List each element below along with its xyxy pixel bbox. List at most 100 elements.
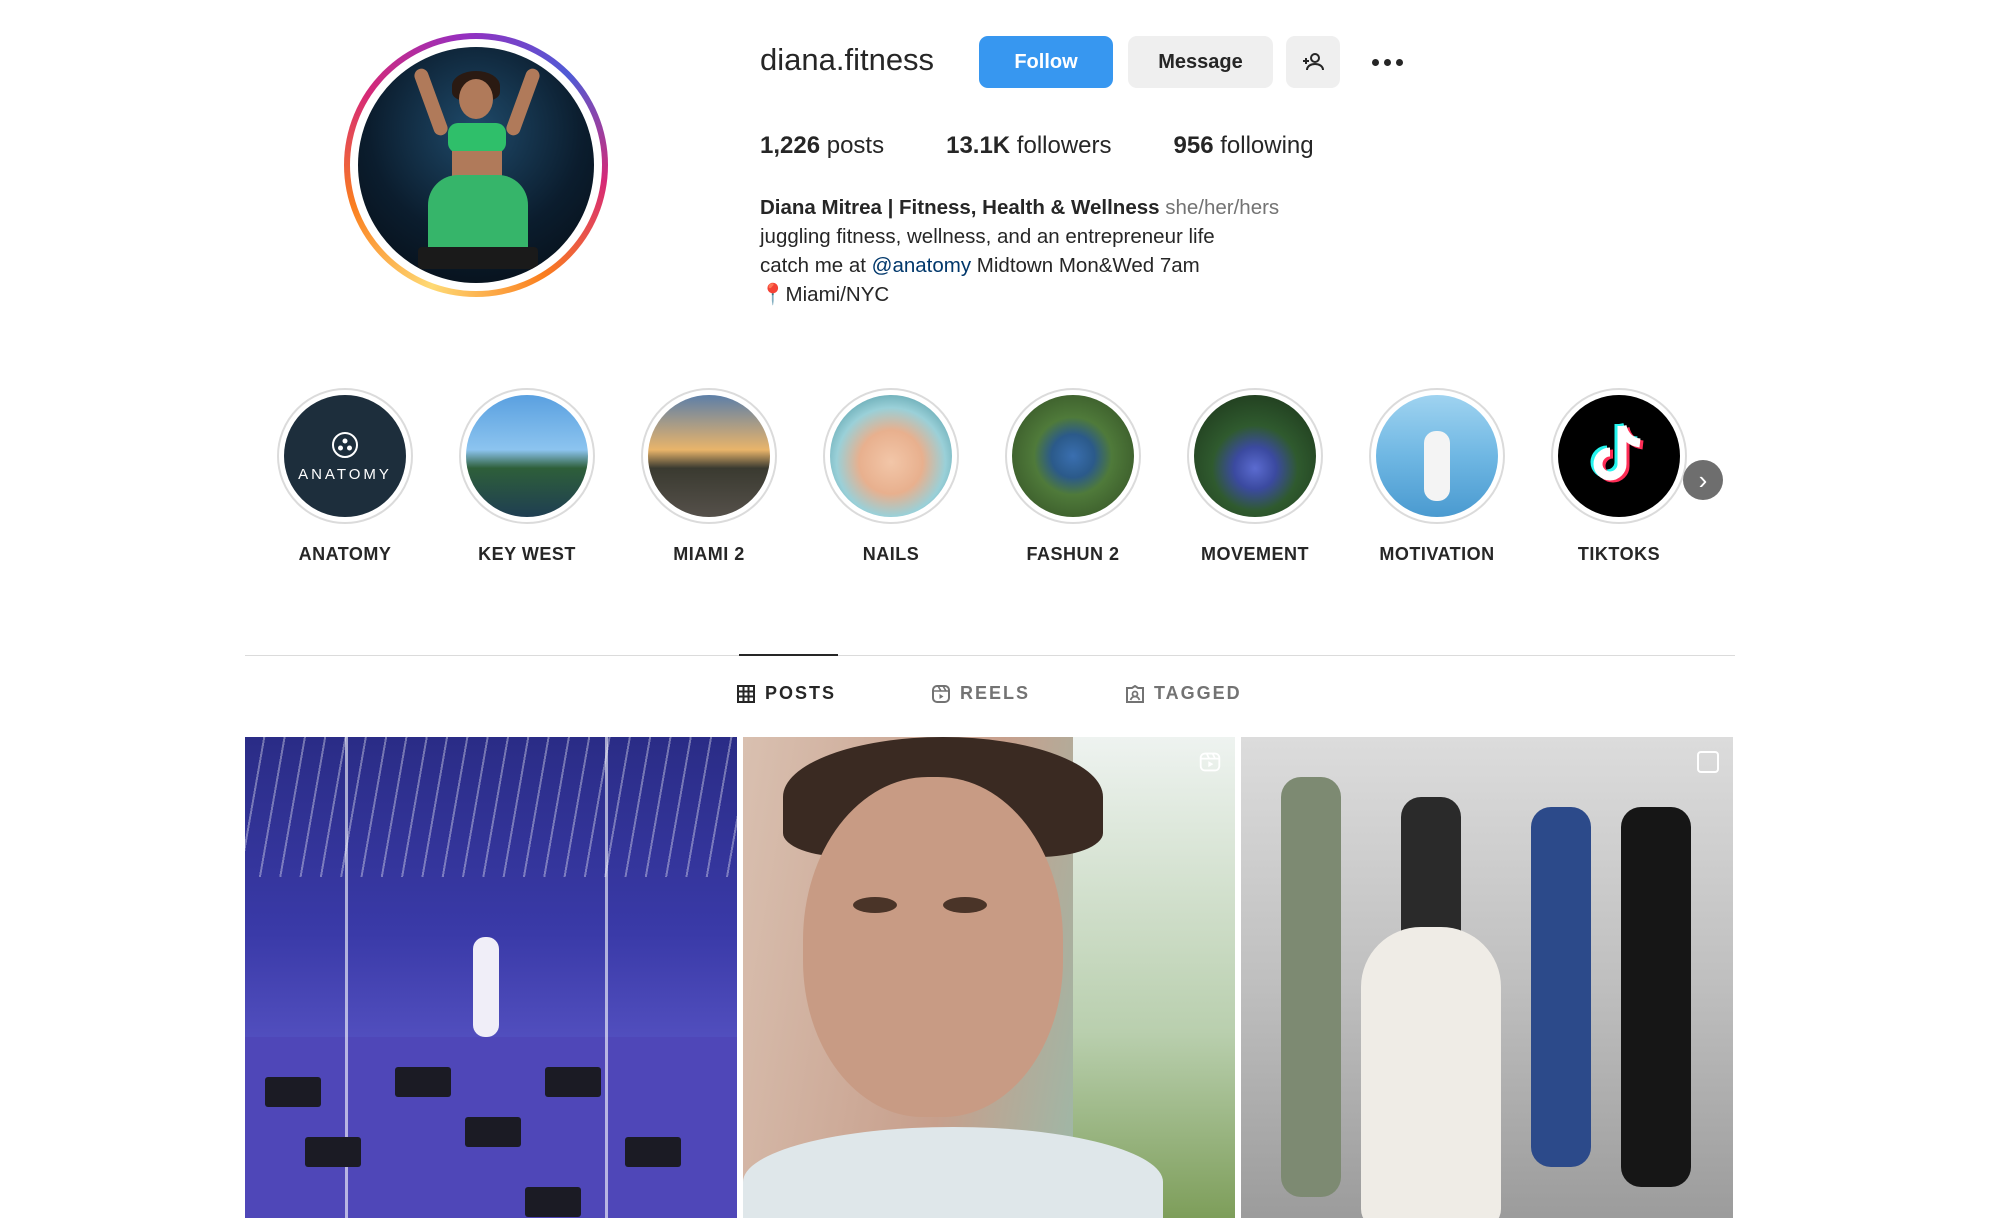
post-1-step	[265, 1077, 321, 1107]
highlight-ring	[823, 388, 959, 524]
post-tile[interactable]	[1241, 737, 1733, 1218]
profile-avatar[interactable]	[344, 33, 608, 297]
highlight-key-west-cover	[466, 395, 588, 517]
following-stat[interactable]: 956 following	[1174, 132, 1314, 160]
following-count: 956	[1173, 132, 1214, 159]
posts-stat: 1,226 posts	[760, 132, 884, 160]
highlight-movement-cover	[1194, 395, 1316, 517]
followers-stat[interactable]: 13.1K followers	[946, 132, 1111, 160]
grid-icon	[737, 684, 755, 703]
motivation-figure	[1424, 431, 1450, 501]
tab-reels-label: REELS	[960, 683, 1031, 703]
highlight-fashun-2-cover	[1012, 395, 1134, 517]
followers-label: followers	[1010, 132, 1112, 159]
highlight-ring: ANATOMY	[277, 388, 413, 524]
more-icon	[1371, 58, 1403, 66]
highlight-key-west[interactable]: KEY WEST	[457, 388, 597, 565]
post-1-person	[473, 937, 499, 1037]
highlight-motivation[interactable]: MOTIVATION	[1367, 388, 1507, 565]
carousel-icon	[1697, 751, 1719, 773]
avatar-head	[459, 79, 493, 119]
posts-count: 1,226	[760, 132, 821, 159]
highlight-ring	[1369, 388, 1505, 524]
tab-tagged[interactable]: TAGGED	[1126, 683, 1242, 704]
post-tile[interactable]	[743, 737, 1235, 1218]
avatar-image	[358, 47, 594, 283]
profile-bio: Diana Mitrea | Fitness, Health & Wellnes…	[760, 193, 1460, 309]
more-options-button[interactable]	[1362, 36, 1412, 88]
bio-line-1: juggling fitness, wellness, and an entre…	[760, 225, 1215, 248]
bio-name: Diana Mitrea | Fitness, Health & Wellnes…	[760, 196, 1160, 219]
follow-button[interactable]: Follow	[979, 36, 1113, 88]
person-add-icon	[1303, 53, 1324, 71]
highlight-label: KEY WEST	[478, 544, 576, 564]
post-1-step	[545, 1067, 601, 1097]
highlight-motivation-cover	[1376, 395, 1498, 517]
message-button[interactable]: Message	[1128, 36, 1273, 88]
post-1-step	[305, 1137, 361, 1167]
highlight-ring	[1551, 388, 1687, 524]
highlight-label: MOTIVATION	[1379, 544, 1495, 564]
bio-line-3: 📍Miami/NYC	[760, 280, 1460, 309]
highlight-nails-cover	[830, 395, 952, 517]
post-tile[interactable]	[245, 737, 737, 1218]
highlight-miami-2[interactable]: MIAMI 2	[639, 388, 779, 565]
post-1-step	[625, 1137, 681, 1167]
posts-label: posts	[820, 132, 885, 159]
highlight-ring	[459, 388, 595, 524]
bio-line-2-prefix: catch me at	[760, 254, 872, 277]
tab-tagged-label: TAGGED	[1154, 683, 1242, 703]
highlight-fashun-2[interactable]: FASHUN 2	[1003, 388, 1143, 565]
highlight-nails[interactable]: NAILS	[821, 388, 961, 565]
bio-line-2-suffix: Midtown Mon&Wed 7am	[971, 254, 1200, 277]
bio-mention-link[interactable]: @anatomy	[872, 254, 971, 277]
avatar-box	[418, 247, 538, 269]
followers-count: 13.1K	[946, 132, 1011, 159]
post-2-face	[803, 777, 1063, 1117]
highlight-ring	[1005, 388, 1141, 524]
highlight-label: FASHUN 2	[1026, 544, 1120, 564]
avatar-arm-right	[504, 66, 542, 138]
highlight-label: MIAMI 2	[673, 544, 745, 564]
avatar-legs	[428, 175, 528, 257]
highlight-ring	[641, 388, 777, 524]
posts-grid	[245, 737, 1735, 1218]
highlights-next-button[interactable]: ›	[1683, 460, 1723, 500]
avatar-gap	[350, 39, 602, 291]
bio-name-line: Diana Mitrea | Fitness, Health & Wellnes…	[760, 193, 1460, 222]
highlight-anatomy-cover: ANATOMY	[284, 395, 406, 517]
suggest-user-button[interactable]	[1286, 36, 1340, 88]
post-3-figure	[1621, 807, 1691, 1187]
highlight-anatomy[interactable]: ANATOMY ANATOMY	[275, 388, 415, 565]
tiktok-icon	[1590, 422, 1644, 483]
post-3-figure	[1531, 807, 1591, 1167]
bio-pronouns: she/her/hers	[1159, 196, 1280, 219]
post-2-eye	[943, 897, 987, 913]
tab-posts-label: POSTS	[765, 683, 837, 703]
anatomy-logo-icon	[332, 431, 358, 458]
reel-icon	[1199, 752, 1221, 772]
story-highlights: ANATOMY ANATOMY KEY WEST MIAMI 2 NAILS F…	[275, 388, 1723, 568]
avatar-belly	[452, 151, 502, 177]
active-tab-indicator	[739, 654, 838, 656]
highlight-movement[interactable]: MOVEMENT	[1185, 388, 1325, 565]
avatar-top	[448, 123, 506, 153]
highlight-miami-2-cover	[648, 395, 770, 517]
avatar-arm-left	[412, 66, 450, 138]
post-1-step	[465, 1117, 521, 1147]
post-3-figure	[1281, 777, 1341, 1197]
bio-line-2: catch me at @anatomy Midtown Mon&Wed 7am	[760, 251, 1460, 280]
highlight-tiktoks[interactable]: TIKTOKS	[1549, 388, 1689, 565]
chevron-right-icon: ›	[1698, 464, 1708, 495]
reels-icon	[932, 684, 950, 703]
highlight-label: TIKTOKS	[1577, 544, 1661, 564]
tab-posts[interactable]: POSTS	[737, 683, 836, 704]
following-label: following	[1213, 132, 1314, 159]
post-2-eye	[853, 897, 897, 913]
post-3-figure	[1361, 927, 1501, 1218]
tab-reels[interactable]: REELS	[932, 683, 1030, 704]
username: diana.fitness	[760, 42, 935, 77]
post-1-step	[525, 1187, 581, 1217]
profile-tabs: POSTS REELS TAGGED	[0, 683, 1999, 713]
location-pin-icon: 📍	[760, 283, 786, 306]
